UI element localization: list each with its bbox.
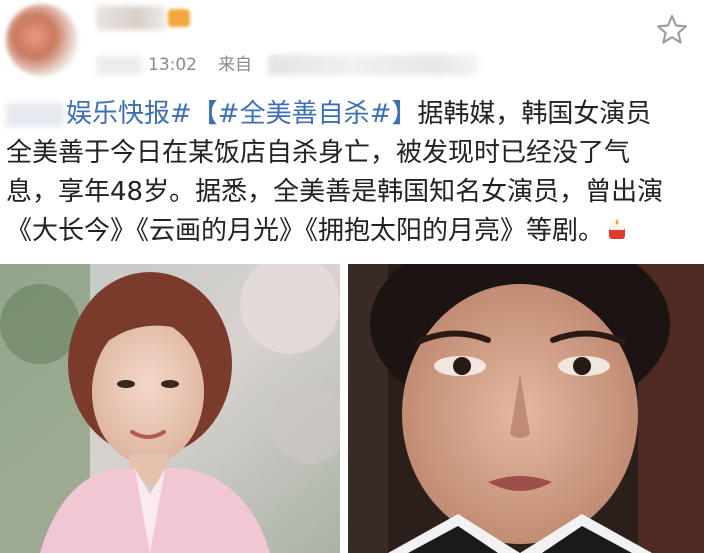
- topic-link-entertainment[interactable]: 娱乐快报#: [66, 99, 192, 129]
- post-text: 娱乐快报#【#全美善自杀#】据韩媒，韩国女演员 全美善于今日在某饭店自杀身亡，被…: [6, 95, 698, 251]
- post-line-3: 息，享年48岁。据悉，全美善是韩国知名女演员，曾出演: [6, 177, 664, 207]
- source-blurred: [268, 55, 478, 75]
- date-blurred: [96, 56, 142, 74]
- vip-badge-icon: [168, 9, 190, 27]
- star-icon[interactable]: [654, 12, 690, 48]
- woman-pink-cardigan-photo[interactable]: [0, 264, 340, 553]
- post-line-1-text: 据韩媒，韩国女演员: [417, 99, 652, 129]
- weibo-post: 13:02 来自 娱乐快报#【#全美善自杀#】据韩媒，韩国女演员 全美善于今日在…: [0, 0, 704, 553]
- post-line-4: 《大长今》《云画的月光》《拥抱太阳的月亮》等剧。: [6, 212, 698, 251]
- post-line-1: 娱乐快报#【#全美善自杀#】据韩媒，韩国女演员: [6, 95, 698, 134]
- username-blurred[interactable]: [96, 6, 166, 30]
- woman-drama-closeup-photo[interactable]: [348, 264, 704, 553]
- post-line-2: 全美善于今日在某饭店自杀身亡，被发现时已经没了气: [6, 138, 631, 168]
- topic-link-hashtag[interactable]: 【#全美善自杀#】: [192, 99, 418, 129]
- blurred-account-prefix: [6, 102, 64, 127]
- candle-emoji-icon: [606, 214, 628, 239]
- post-line-4-text: 《大长今》《云画的月光》《拥抱太阳的月亮》等剧。: [6, 216, 605, 246]
- source-prefix: 来自: [218, 55, 252, 75]
- post-time: 13:02: [148, 55, 197, 75]
- avatar[interactable]: [6, 4, 78, 76]
